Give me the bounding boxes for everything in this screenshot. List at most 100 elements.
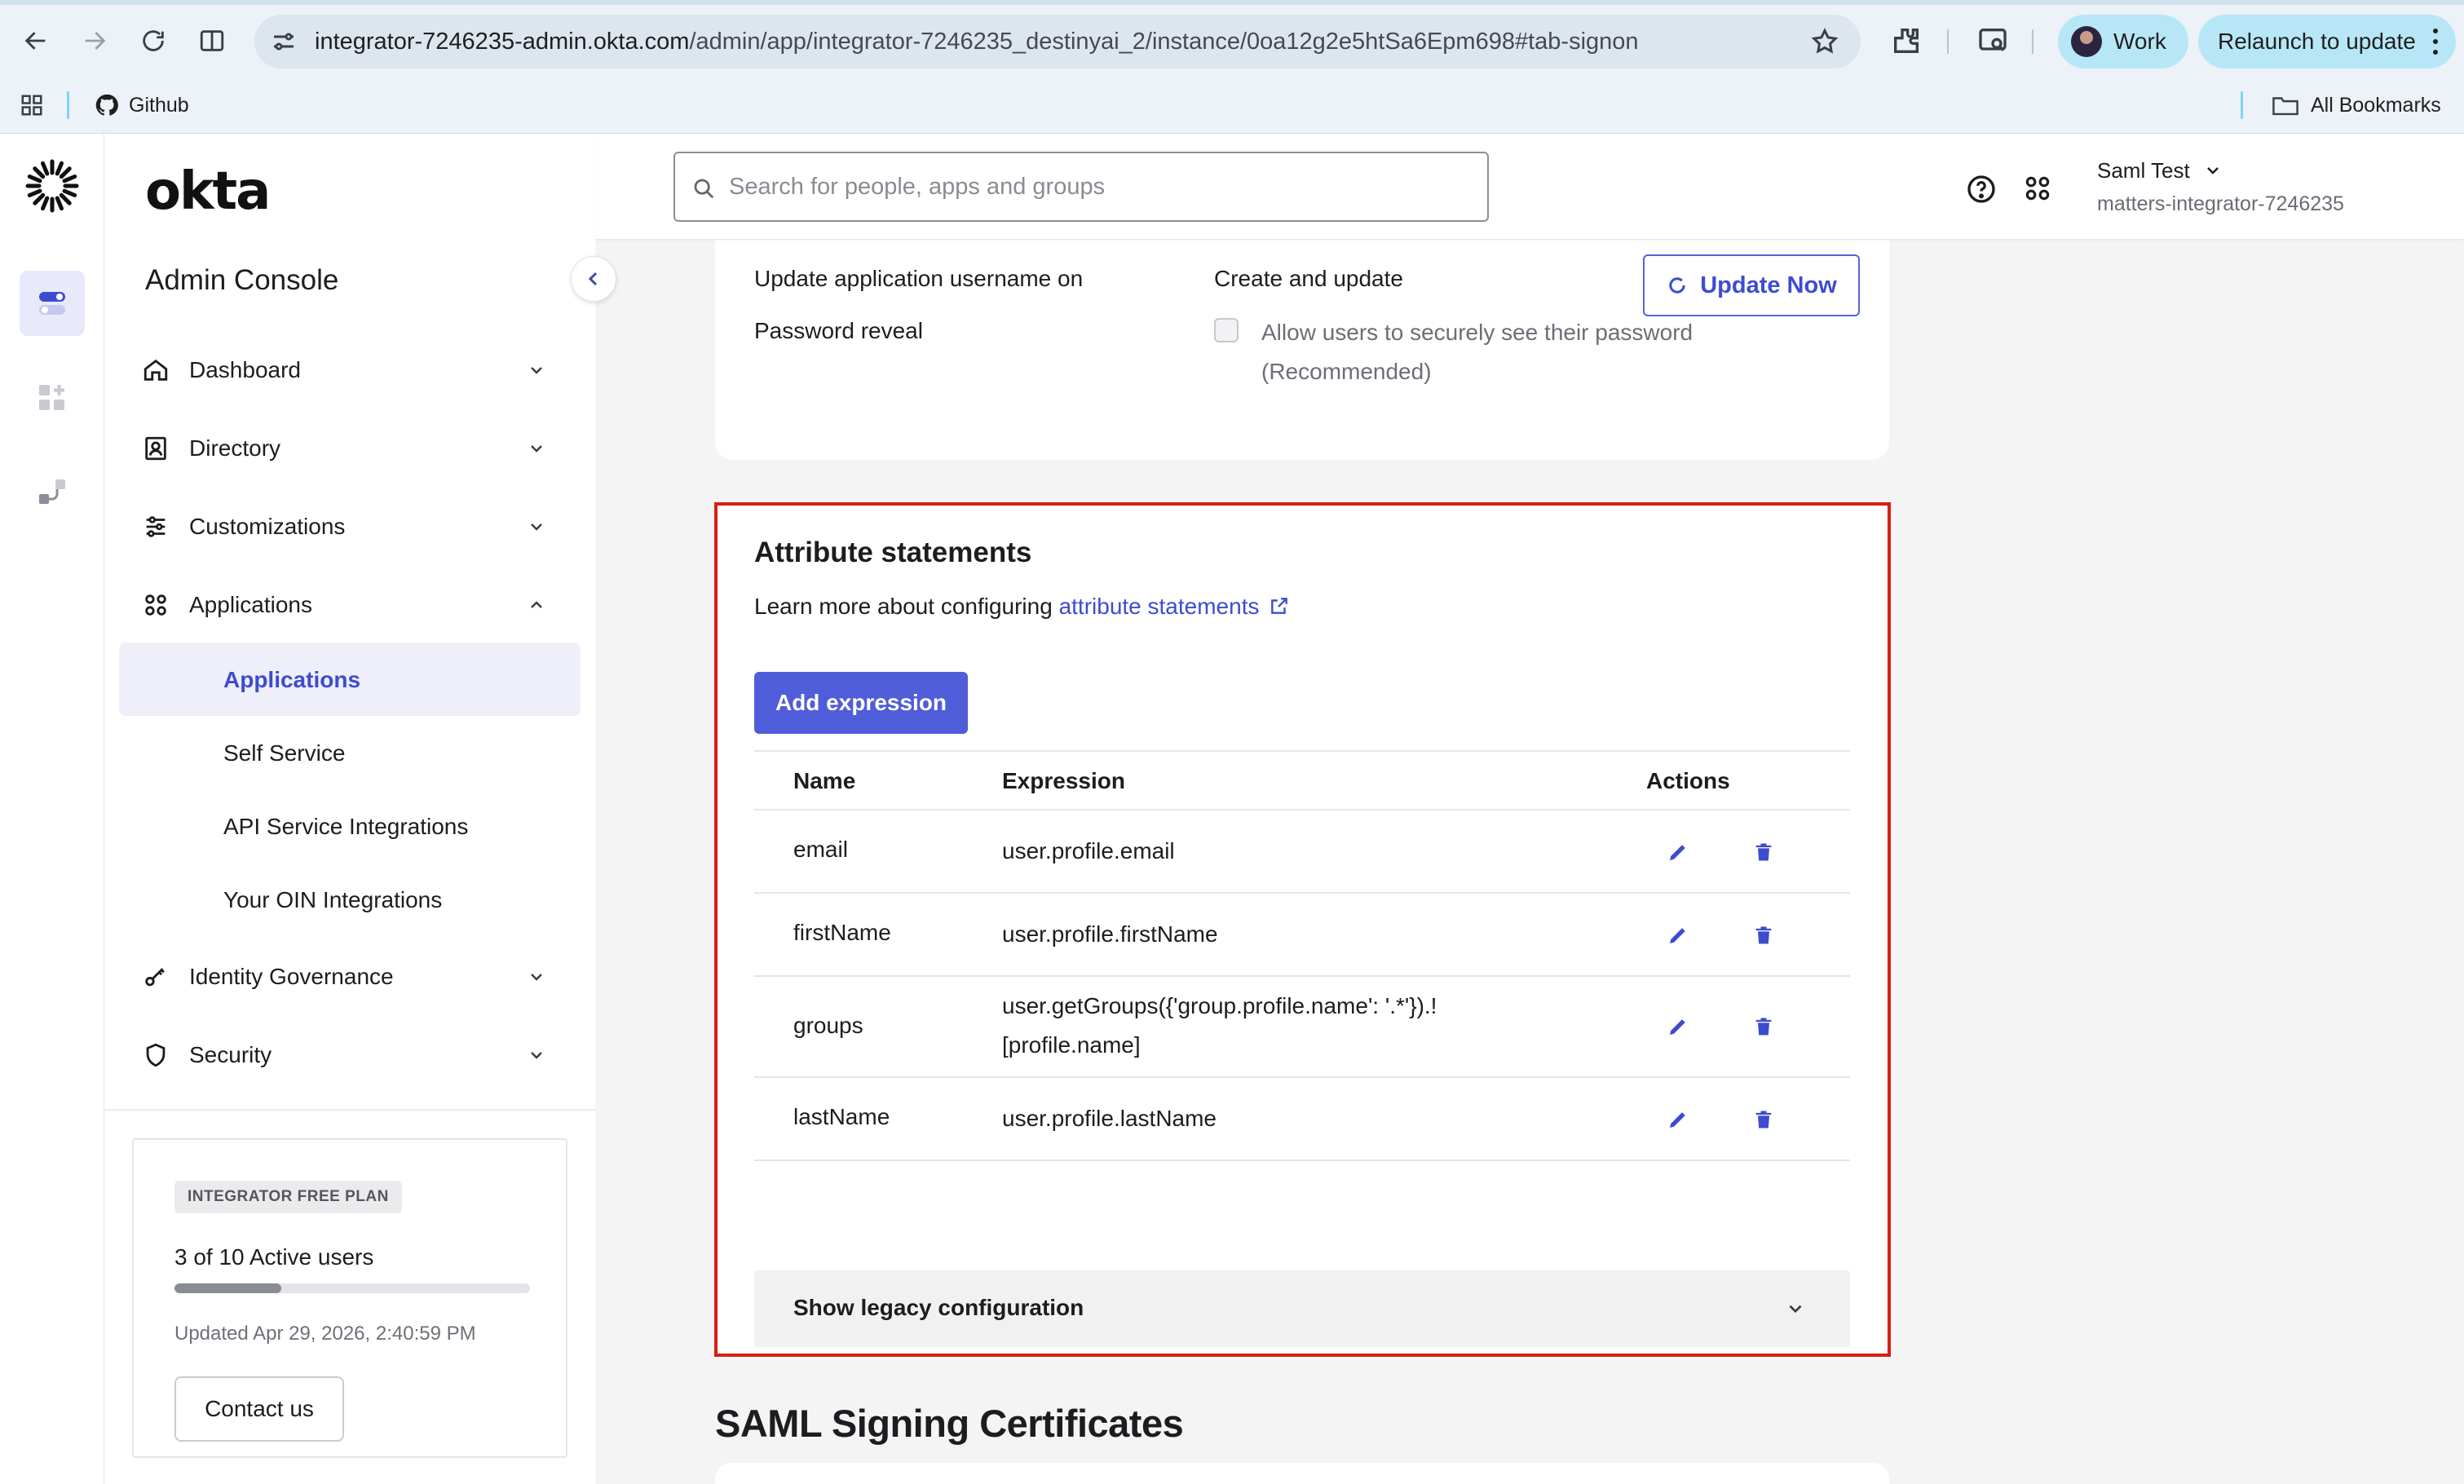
- nav-label: Applications: [189, 592, 312, 617]
- url-host: integrator-7246235-admin.okta.com: [315, 29, 690, 55]
- attribute-expression: user.getGroups({'group.profile.name': '.…: [1002, 987, 1437, 1065]
- site-settings-icon[interactable]: [269, 27, 298, 56]
- edit-pencil-icon[interactable]: [1666, 1107, 1690, 1132]
- password-reveal-checkbox[interactable]: [1214, 318, 1239, 342]
- more-menu-icon[interactable]: [2431, 29, 2440, 55]
- table-row: firstName user.profile.firstName: [754, 894, 1850, 977]
- search-input[interactable]: [729, 153, 1463, 220]
- bookmarks-bar: Github All Bookmarks: [0, 77, 2464, 134]
- sub-item-api-service-integrations[interactable]: API Service Integrations: [223, 802, 468, 851]
- my-apps-icon[interactable]: [2022, 173, 2053, 204]
- add-expression-button[interactable]: Add expression: [754, 672, 968, 734]
- update-username-value: Create and update: [1214, 266, 1403, 291]
- browser-toolbar: integrator-7246235-admin.okta.com/admin/…: [0, 5, 2464, 77]
- attribute-name: firstName: [793, 920, 891, 945]
- folder-icon: [2272, 97, 2298, 116]
- chevron-down-icon: [531, 367, 542, 374]
- saml-certificates-title: SAML Signing Certificates: [715, 1402, 1184, 1445]
- shield-icon: [142, 1041, 170, 1069]
- profile-chip[interactable]: Work: [2058, 15, 2188, 68]
- nav-identity-governance[interactable]: Identity Governance: [142, 947, 579, 1006]
- update-now-button[interactable]: Update Now: [1643, 254, 1860, 316]
- delete-trash-icon[interactable]: [1752, 840, 1775, 864]
- rail-app-catalog[interactable]: [20, 365, 85, 431]
- github-icon: [95, 94, 118, 116]
- nav-label: Customizations: [189, 514, 346, 539]
- rail-admin-console[interactable]: [20, 271, 85, 336]
- attribute-expression: user.profile.email: [1002, 838, 1175, 863]
- nav-label: Security: [189, 1042, 272, 1067]
- saml-certificates-card: [715, 1463, 1889, 1484]
- table-header: Name Expression Actions: [754, 750, 1850, 810]
- toolbar-divider: [1947, 29, 1949, 54]
- user-menu[interactable]: Saml Test: [2097, 158, 2223, 183]
- url-text: integrator-7246235-admin.okta.com/admin/…: [315, 15, 1639, 68]
- okta-aura-logo-icon[interactable]: [24, 158, 80, 214]
- extensions-icon[interactable]: [1890, 24, 1923, 57]
- reload-button[interactable]: [134, 21, 173, 60]
- nav-dashboard[interactable]: Dashboard: [142, 341, 579, 400]
- plan-updated-text: Updated Apr 29, 2026, 2:40:59 PM: [174, 1323, 476, 1345]
- nav-security[interactable]: Security: [142, 1026, 579, 1084]
- help-icon[interactable]: [1965, 173, 1998, 205]
- attribute-expression: user.profile.lastName: [1002, 1106, 1217, 1131]
- table-row: groups user.getGroups({'group.profile.na…: [754, 977, 1850, 1078]
- relaunch-button[interactable]: Relaunch to update: [2198, 15, 2456, 68]
- chevron-up-icon: [531, 601, 542, 608]
- collapse-sidebar-button[interactable]: [571, 256, 616, 302]
- workflow-icon: [39, 479, 65, 504]
- delete-trash-icon[interactable]: [1752, 1014, 1775, 1039]
- side-navigation: okta Admin Console Dashboard Directory C…: [104, 134, 595, 1484]
- bookmark-star-icon[interactable]: [1810, 27, 1839, 56]
- show-legacy-configuration[interactable]: Show legacy configuration: [754, 1270, 1850, 1347]
- edit-pencil-icon[interactable]: [1666, 923, 1690, 947]
- apps-launcher-icon[interactable]: [20, 93, 44, 117]
- bookmarks-separator: [67, 91, 69, 119]
- search-icon: [694, 179, 714, 199]
- back-button[interactable]: [16, 21, 55, 60]
- chevron-down-icon: [531, 1052, 542, 1059]
- global-search[interactable]: [673, 152, 1489, 222]
- all-bookmarks-label: All Bookmarks: [2311, 93, 2441, 117]
- delete-trash-icon[interactable]: [1752, 923, 1775, 947]
- attribute-expression-line: [profile.name]: [1002, 1032, 1141, 1058]
- sub-item-self-service[interactable]: Self Service: [223, 729, 345, 778]
- sub-item-applications[interactable]: Applications: [223, 656, 360, 704]
- plan-badge: INTEGRATOR FREE PLAN: [174, 1181, 402, 1213]
- app-switcher-rail: [0, 134, 104, 1484]
- nav-directory[interactable]: Directory: [142, 419, 579, 478]
- all-bookmarks-button[interactable]: All Bookmarks: [2272, 77, 2441, 134]
- plan-card: INTEGRATOR FREE PLAN 3 of 10 Active user…: [132, 1138, 567, 1458]
- rail-workflows[interactable]: [20, 460, 85, 525]
- nav-customizations[interactable]: Customizations: [142, 497, 579, 556]
- attribute-name: email: [793, 837, 848, 862]
- forward-button[interactable]: [75, 21, 114, 60]
- attribute-name: groups: [793, 1013, 863, 1038]
- nav-label: Dashboard: [189, 357, 301, 382]
- column-header-actions: Actions: [1646, 768, 1730, 793]
- bookmarks-separator: [2241, 91, 2243, 119]
- contact-us-button[interactable]: Contact us: [174, 1376, 344, 1442]
- address-bar[interactable]: integrator-7246235-admin.okta.com/admin/…: [254, 15, 1861, 68]
- password-reveal-label: Password reveal: [754, 318, 923, 343]
- directory-icon: [142, 435, 170, 462]
- nav-applications[interactable]: Applications: [142, 576, 579, 634]
- profile-avatar: [2071, 26, 2102, 57]
- sub-item-oin-integrations[interactable]: Your OIN Integrations: [223, 876, 442, 925]
- table-row: lastName user.profile.lastName: [754, 1078, 1850, 1161]
- org-name: matters-integrator-7246235: [2097, 192, 2344, 215]
- bookmark-github[interactable]: Github: [95, 77, 189, 134]
- password-reveal-checkbox-label[interactable]: Allow users to securely see their passwo…: [1261, 313, 1799, 391]
- nav-divider: [104, 1109, 595, 1111]
- reload-icon: [143, 30, 164, 51]
- tab-search-icon[interactable]: [1976, 24, 2009, 57]
- edit-pencil-icon[interactable]: [1666, 1014, 1690, 1039]
- split-view-button[interactable]: [192, 21, 232, 60]
- legacy-configuration-label: Show legacy configuration: [793, 1295, 1084, 1320]
- attribute-statements-link[interactable]: attribute statements: [1059, 594, 1291, 619]
- relaunch-label: Relaunch to update: [2218, 29, 2416, 54]
- okta-logo[interactable]: okta: [145, 161, 271, 222]
- chevron-down-icon: [531, 445, 542, 453]
- delete-trash-icon[interactable]: [1752, 1107, 1775, 1132]
- edit-pencil-icon[interactable]: [1666, 840, 1690, 864]
